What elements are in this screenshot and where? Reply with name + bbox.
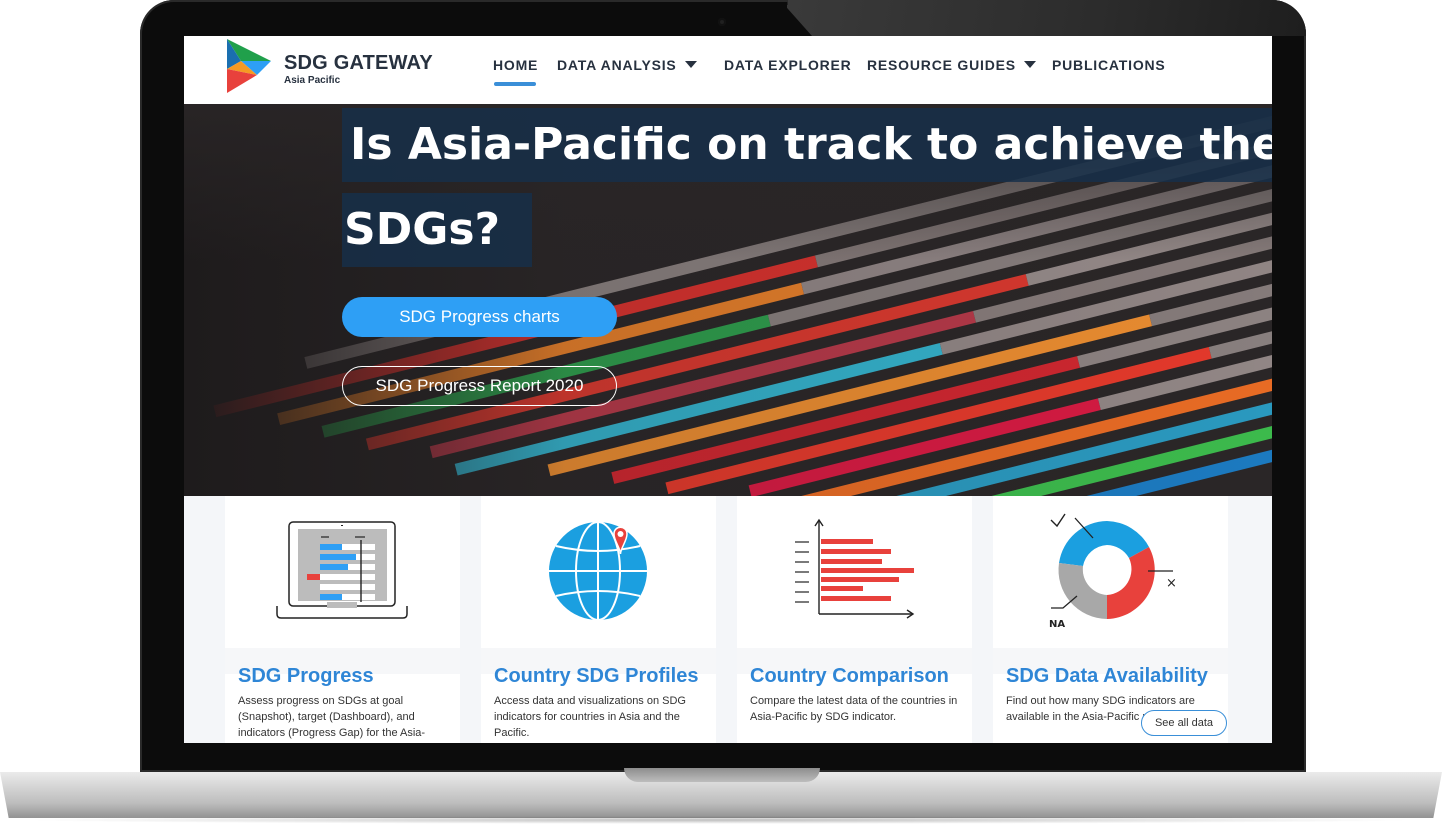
nav-publications-label: PUBLICATIONS <box>1052 57 1166 73</box>
site-subtitle: Asia Pacific <box>284 75 341 86</box>
nav-resource-guides-label: RESOURCE GUIDES <box>867 57 1016 73</box>
card-description: Assess progress on SDGs at goal (Snapsho… <box>238 695 426 739</box>
card-country-comparison[interactable]: Country Comparison Compare the latest da… <box>737 496 972 743</box>
nav-data-explorer-label: DATA EXPLORER <box>724 57 852 73</box>
nav-data-analysis[interactable]: DATA ANALYSIS <box>557 57 697 73</box>
donut-label-na: NA <box>1049 619 1065 630</box>
card-title[interactable]: SDG Progress <box>238 665 374 688</box>
nav-active-indicator <box>494 82 536 86</box>
sdg-gateway-logo-icon[interactable] <box>227 39 271 93</box>
laptop-dashboard-icon <box>276 521 408 619</box>
bar-chart-icon <box>795 518 915 619</box>
hero-banner: Is Asia-Pacific on track to achieve the … <box>184 104 1272 496</box>
sdg-progress-charts-button[interactable]: SDG Progress charts <box>342 297 617 337</box>
hero-title-line2: SDGs? <box>342 193 533 267</box>
nav-publications[interactable]: PUBLICATIONS <box>1052 57 1166 73</box>
nav-resource-guides[interactable]: RESOURCE GUIDES <box>867 57 1036 73</box>
card-illustration <box>481 496 716 649</box>
card-title[interactable]: Country Comparison <box>750 665 949 688</box>
card-country-sdg-profiles[interactable]: Country SDG Profiles Access data and vis… <box>481 496 716 743</box>
card-title[interactable]: SDG Data Availability <box>1006 665 1208 688</box>
card-illustration <box>225 496 460 649</box>
see-all-data-button[interactable]: See all data <box>1141 710 1227 736</box>
card-illustration: × NA <box>993 496 1228 649</box>
donut-chart-icon: × NA <box>1049 513 1177 630</box>
card-title[interactable]: Country SDG Profiles <box>494 665 698 688</box>
caret-down-icon <box>1023 61 1036 68</box>
card-description: Access data and visualizations on SDG in… <box>494 695 686 739</box>
card-sdg-data-availability[interactable]: × NA SDG Data Availability Find out how … <box>993 496 1228 743</box>
donut-label-x: × <box>1166 576 1177 591</box>
sdg-progress-report-button[interactable]: SDG Progress Report 2020 <box>342 366 617 406</box>
nav-home-label: HOME <box>493 57 539 73</box>
laptop-shadow <box>20 816 1420 824</box>
bezel-glare <box>780 0 1306 36</box>
hero-title-line1: Is Asia-Pacific on track to achieve the <box>342 108 1272 182</box>
card-sdg-progress[interactable]: SDG Progress Assess progress on SDGs at … <box>225 496 460 743</box>
top-navbar: SDG GATEWAY Asia Pacific HOME DATA ANALY… <box>184 36 1272 104</box>
card-description: Compare the latest data of the countries… <box>750 695 958 723</box>
nav-data-explorer[interactable]: DATA EXPLORER <box>724 57 852 73</box>
nav-home[interactable]: HOME <box>493 57 538 73</box>
site-title[interactable]: SDG GATEWAY <box>284 52 433 75</box>
browser-screen: SDG GATEWAY Asia Pacific HOME DATA ANALY… <box>184 36 1272 743</box>
card-illustration <box>737 496 972 649</box>
nav-data-analysis-label: DATA ANALYSIS <box>557 57 677 73</box>
webcam <box>718 18 726 26</box>
laptop-notch <box>624 768 820 782</box>
globe-pin-icon <box>549 521 647 621</box>
caret-down-icon <box>684 61 697 68</box>
